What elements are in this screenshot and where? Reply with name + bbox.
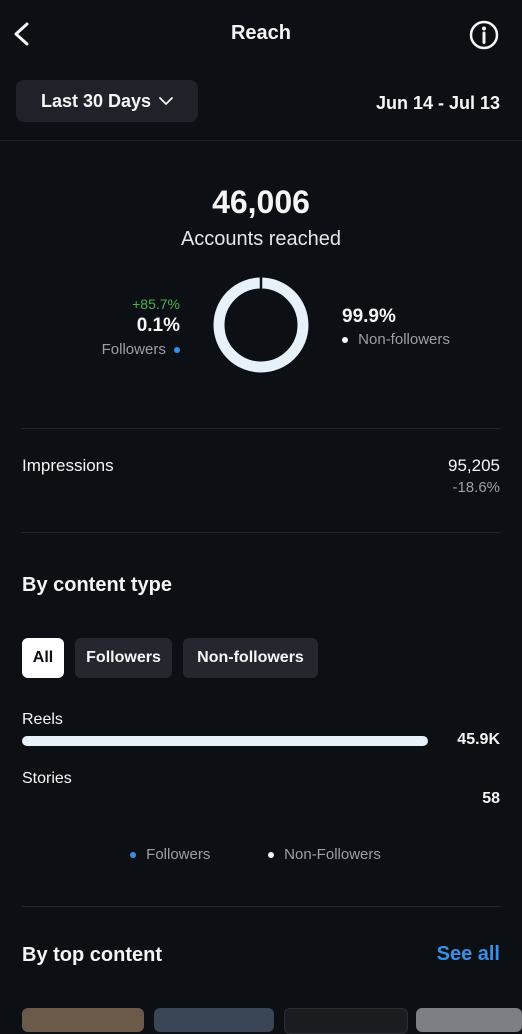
top-content-thumbnail[interactable] — [154, 1008, 274, 1032]
stories-value: 58 — [482, 790, 500, 807]
divider — [0, 140, 522, 141]
reels-bar — [22, 736, 428, 746]
info-button[interactable] — [468, 19, 500, 51]
reach-donut-chart — [213, 277, 309, 373]
non-followers-legend: Non-followers — [342, 331, 450, 348]
impressions-change: -18.6% — [452, 479, 500, 496]
filter-chip-followers[interactable]: Followers — [75, 638, 172, 678]
accounts-reached-value: 46,006 — [212, 184, 310, 220]
followers-label: Followers — [101, 341, 166, 358]
followers-change: +85.7% — [132, 296, 180, 312]
filter-chip-non-followers[interactable]: Non-followers — [183, 638, 318, 678]
impressions-value: 95,205 — [448, 456, 500, 475]
page-title: Reach — [230, 22, 292, 44]
divider — [22, 906, 500, 907]
chevron-down-icon — [159, 97, 173, 105]
non-followers-percent: 99.9% — [342, 306, 396, 327]
legend-followers-dot-icon — [130, 852, 136, 859]
reels-label: Reels — [22, 711, 63, 728]
top-content-thumbnail[interactable] — [22, 1008, 144, 1032]
legend-non-followers: Non-Followers — [268, 846, 381, 863]
legend-followers: Followers — [130, 846, 210, 863]
followers-legend: Followers — [22, 341, 180, 358]
date-range-text: Jun 14 - Jul 13 — [375, 93, 500, 113]
date-range-dropdown[interactable]: Last 30 Days — [16, 80, 198, 122]
non-followers-label: Non-followers — [358, 331, 450, 348]
content-type-title: By content type — [22, 574, 173, 596]
divider — [22, 532, 500, 533]
non-followers-dot-icon — [342, 337, 348, 344]
stories-label: Stories — [22, 770, 72, 787]
legend-non-followers-label: Non-Followers — [284, 846, 381, 863]
top-content-thumbnail[interactable] — [284, 1008, 408, 1034]
reels-bar-fill — [22, 736, 428, 746]
followers-dot-icon — [174, 347, 180, 354]
see-all-link[interactable]: See all — [437, 943, 500, 966]
top-content-title: By top content — [22, 944, 162, 966]
legend-followers-label: Followers — [146, 846, 211, 863]
reels-value: 45.9K — [457, 731, 500, 748]
followers-percent: 0.1% — [136, 315, 180, 336]
divider — [22, 428, 500, 429]
filter-chip-all[interactable]: All — [22, 638, 64, 678]
accounts-reached-label: Accounts reached — [180, 228, 342, 250]
legend-non-followers-dot-icon — [268, 852, 274, 859]
top-content-thumbnail[interactable] — [416, 1008, 522, 1032]
info-icon — [469, 20, 499, 50]
date-range-dropdown-label: Last 30 Days — [40, 90, 152, 111]
impressions-label: Impressions — [22, 456, 114, 475]
donut-non-followers-segment — [213, 277, 309, 373]
